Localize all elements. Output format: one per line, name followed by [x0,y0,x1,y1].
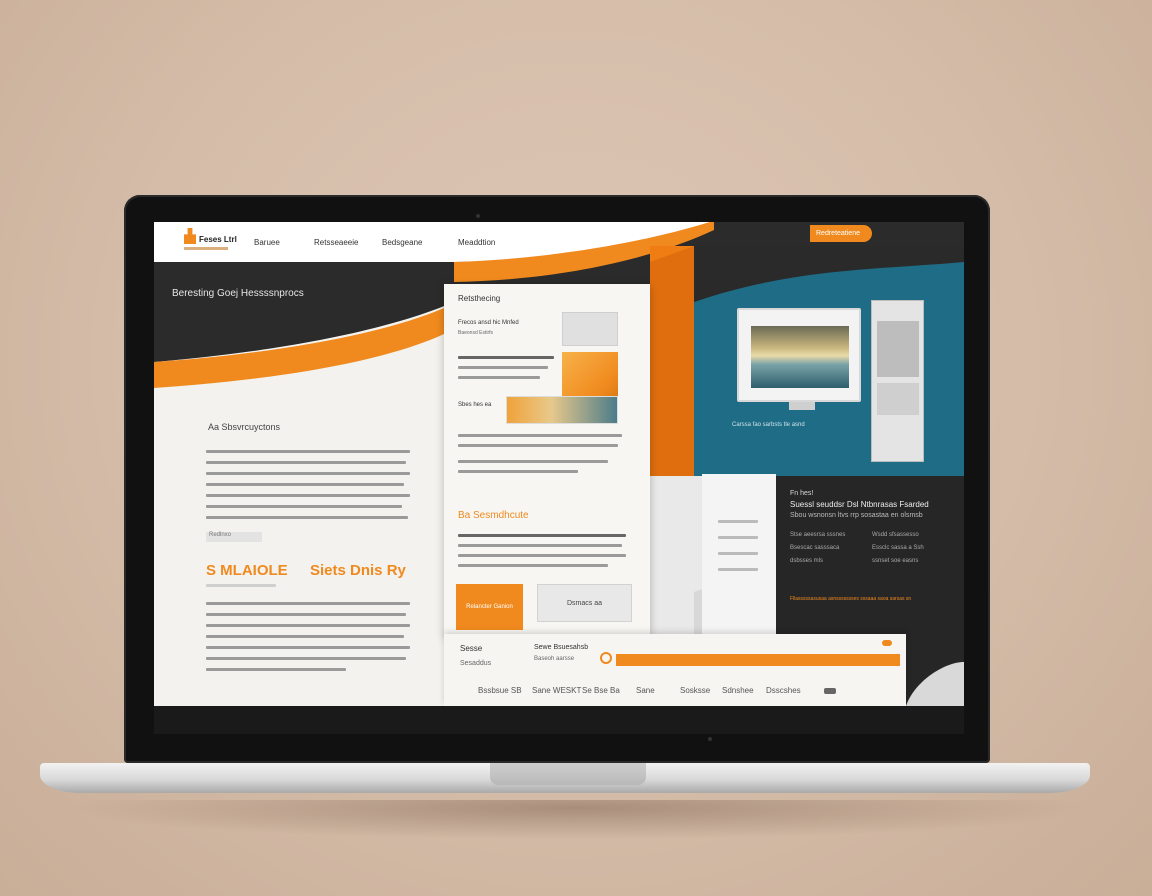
monitor-screen-image [751,326,849,388]
orange-subline [206,584,276,587]
tower-panel [877,321,919,377]
footer-link-7[interactable]: Dsscshes [766,686,801,695]
nav-link-4[interactable]: Meaddtion [458,238,495,247]
monitor-illustration [737,308,861,402]
promo-col1-item2: Bsescac sasssaca [790,545,840,551]
nav-link-3[interactable]: Bedsgeane [382,238,422,247]
promo-col1-item3: dsbsses mls [790,558,824,564]
promo-col2-item3: ssnset soe easns [872,558,919,564]
promo-col2-item2: Essclc sassa a Ssh [872,545,924,551]
footer-link-6[interactable]: Sdnshee [722,686,754,695]
hero-tagline: Beresting Goej Hessssnprocs [172,288,304,299]
card-caption-label: Sbes hes ea [458,402,492,408]
bottom-mid-sub: Baseoh aarsse [534,656,575,662]
laptop-screen: Feses Ltrl Baruee Retsseaeeie Bedsgeane … [154,222,964,706]
footer-link-2[interactable]: Sane WESKT [532,686,581,695]
bottom-panel: Sesse Sesaddus Sewe Bsuesahsb Baseoh aar… [444,634,906,706]
camera-dot [476,214,480,218]
laptop-notch [490,763,646,785]
progress-bar[interactable] [616,654,900,666]
primary-action-button[interactable]: Relancter Ganion [456,584,523,630]
promo-title: Suessl seuddsr Dsl Ntbnrasas Fsarded [790,500,929,509]
footer-link-1[interactable]: Bssbsue SB [478,686,522,695]
image-placeholder-top [562,312,618,346]
screen-bottom-bezel [154,706,964,734]
bezel-dot [708,737,712,741]
footer-link-4[interactable]: Sane [636,686,655,695]
monitor-stand [789,402,815,410]
secondary-action-button[interactable]: Dsmacs aa [537,584,632,622]
read-more-button[interactable]: Redlnxo [206,532,262,542]
left-section-heading: Aa Sbsvrcuyctons [208,422,281,432]
logo-underline [184,247,228,250]
device-icon [824,688,836,694]
card-sublabel: Baeonsd Estirfs [458,330,494,336]
nav-link-2[interactable]: Retsseaeeie [314,238,358,247]
card-title: Retsthecing [458,294,501,303]
nav-link-1[interactable]: Baruee [254,238,280,247]
nav-cta-button[interactable]: Redreteatiene [810,225,872,242]
orange-heading-left: S MLAIOLE [206,562,288,579]
footer-link-3[interactable]: Se Bse Ba [582,686,620,695]
site-logo[interactable]: Feses Ltrl [184,228,237,244]
form-panel [702,474,776,634]
footer-link-5[interactable]: Sosksse [680,686,710,695]
image-landscape-strip [506,396,618,424]
bottom-mid-title: Sewe Bsuesahsb [534,644,589,651]
orange-heading-right: Siets Dnis Ry [310,562,406,579]
logo-icon [184,228,196,244]
bottom-left-title: Sesse [460,644,483,653]
promo-col1-item1: Stse aeesrsa sssnes [790,532,846,538]
showcase-caption: Carssa fao sarbsts tle asnd [732,422,805,428]
card-label: Frecos ansd hic Mnfed [458,320,519,326]
promo-subtitle: Sbou wsnonsn ltvs rrp sosastaa en olsmsb [790,512,923,519]
bottom-left-sub: Sesaddus [460,660,492,667]
promo-eyebrow: Fn hes! [790,490,814,497]
promo-col2-item1: Wsdd sfsassesso [872,532,919,538]
promo-footer: Fllasssssasusaa asnssssssses sssaaa saoa… [790,596,912,602]
laptop-shadow [60,800,1092,840]
tower-panel-lower [877,383,919,415]
computer-tower-illustration [871,300,924,462]
close-icon[interactable] [882,640,892,646]
logo-text: Feses Ltrl [199,235,237,244]
play-icon[interactable] [600,652,612,664]
card-section-heading: Ba Sesmdhcute [458,510,529,521]
